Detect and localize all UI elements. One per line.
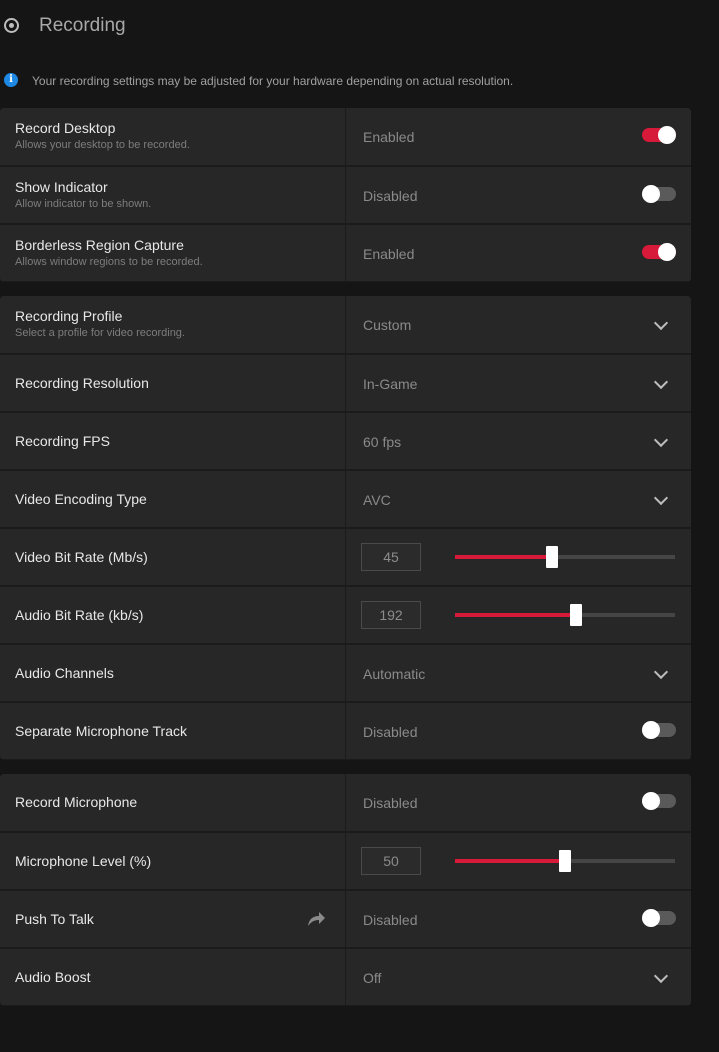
page-header: Recording	[0, 0, 719, 54]
recording-fps-dropdown[interactable]: 60 fps	[346, 413, 691, 469]
setting-row-audio-boost[interactable]: Audio Boost Off	[0, 948, 691, 1006]
setting-label: Borderless Region Capture	[15, 237, 184, 253]
setting-label: Record Microphone	[15, 794, 138, 810]
setting-label: Microphone Level (%)	[15, 853, 152, 869]
capture-settings-group: Record Desktop Allows your desktop to be…	[0, 108, 691, 282]
record-microphone-toggle[interactable]	[642, 792, 676, 810]
chevron-down-icon	[653, 432, 669, 448]
setting-row-record-microphone: Record Microphone Disabled	[0, 774, 691, 832]
show-indicator-toggle[interactable]	[642, 185, 676, 203]
chevron-down-icon	[653, 968, 669, 984]
setting-row-show-indicator: Show Indicator Allow indicator to be sho…	[0, 166, 691, 224]
hardware-notice: i Your recording settings may be adjuste…	[0, 70, 719, 92]
microphone-level-input[interactable]: 50	[361, 847, 421, 875]
chevron-down-icon	[653, 374, 669, 390]
setting-label: Audio Bit Rate (kb/s)	[15, 607, 144, 623]
toggle-knob	[658, 243, 676, 261]
slider-thumb[interactable]	[559, 850, 571, 872]
recording-resolution-dropdown[interactable]: In-Game	[346, 355, 691, 411]
toggle-knob	[642, 909, 660, 927]
setting-label: Show Indicator	[15, 179, 108, 195]
audio-channels-dropdown[interactable]: Automatic	[346, 645, 691, 701]
chevron-down-icon	[653, 315, 669, 331]
info-icon: i	[4, 73, 18, 87]
dropdown-value: AVC	[363, 492, 391, 508]
slider-thumb[interactable]	[570, 604, 582, 626]
setting-value: Disabled	[363, 724, 418, 740]
setting-row-recording-resolution[interactable]: Recording Resolution In-Game	[0, 354, 691, 412]
setting-row-recording-profile[interactable]: Recording Profile Select a profile for v…	[0, 296, 691, 354]
setting-label: Recording Resolution	[15, 375, 149, 391]
microphone-level-slider[interactable]	[455, 850, 675, 872]
setting-label: Record Desktop	[15, 120, 116, 136]
setting-row-push-to-talk: Push To Talk Disabled	[0, 890, 691, 948]
video-bitrate-slider[interactable]	[455, 546, 675, 568]
setting-label: Video Bit Rate (Mb/s)	[15, 549, 148, 565]
recording-profile-dropdown[interactable]: Custom	[346, 296, 691, 353]
page-title: Recording	[39, 15, 126, 36]
record-desktop-toggle[interactable]	[642, 126, 676, 144]
audio-bitrate-slider[interactable]	[455, 604, 675, 626]
toggle-knob	[658, 126, 676, 144]
push-to-talk-toggle[interactable]	[642, 909, 676, 927]
setting-row-record-desktop: Record Desktop Allows your desktop to be…	[0, 108, 691, 166]
setting-label: Recording Profile	[15, 308, 123, 324]
setting-row-microphone-level: Microphone Level (%) 50	[0, 832, 691, 890]
dropdown-value: Custom	[363, 317, 412, 333]
setting-value: Enabled	[363, 246, 415, 262]
setting-row-separate-mic-track: Separate Microphone Track Disabled	[0, 702, 691, 760]
borderless-capture-toggle[interactable]	[642, 243, 676, 261]
chevron-down-icon	[653, 664, 669, 680]
toggle-knob	[642, 721, 660, 739]
microphone-settings-group: Record Microphone Disabled Microphone Le…	[0, 774, 691, 1006]
slider-fill	[455, 555, 552, 559]
toggle-knob	[642, 792, 660, 810]
setting-row-video-encoding[interactable]: Video Encoding Type AVC	[0, 470, 691, 528]
dropdown-value: 60 fps	[363, 434, 402, 450]
dropdown-value: In-Game	[363, 376, 418, 392]
record-icon	[4, 18, 19, 33]
slider-fill	[455, 859, 565, 863]
setting-row-video-bitrate: Video Bit Rate (Mb/s) 45	[0, 528, 691, 586]
video-settings-group: Recording Profile Select a profile for v…	[0, 296, 691, 760]
setting-label: Video Encoding Type	[15, 491, 147, 507]
notice-text: Your recording settings may be adjusted …	[32, 74, 514, 88]
separate-mic-track-toggle[interactable]	[642, 721, 676, 739]
slider-thumb[interactable]	[545, 546, 558, 568]
setting-description: Allow indicator to be shown.	[15, 198, 152, 210]
audio-boost-dropdown[interactable]: Off	[346, 949, 691, 1005]
video-bitrate-input[interactable]: 45	[361, 543, 421, 571]
setting-label: Audio Channels	[15, 665, 114, 681]
setting-row-audio-channels[interactable]: Audio Channels Automatic	[0, 644, 691, 702]
video-encoding-dropdown[interactable]: AVC	[346, 471, 691, 527]
audio-bitrate-input[interactable]: 192	[361, 601, 421, 629]
setting-description: Allows window regions to be recorded.	[15, 256, 203, 268]
setting-row-recording-fps[interactable]: Recording FPS 60 fps	[0, 412, 691, 470]
dropdown-value: Off	[363, 970, 382, 986]
setting-row-borderless-capture: Borderless Region Capture Allows window …	[0, 224, 691, 282]
share-arrow-icon[interactable]	[306, 910, 326, 928]
setting-value: Disabled	[363, 795, 418, 811]
setting-value: Enabled	[363, 129, 415, 145]
setting-value: Disabled	[363, 912, 418, 928]
setting-label: Separate Microphone Track	[15, 723, 187, 739]
setting-label: Recording FPS	[15, 433, 110, 449]
setting-description: Allows your desktop to be recorded.	[15, 139, 190, 151]
chevron-down-icon	[653, 490, 669, 506]
setting-row-audio-bitrate: Audio Bit Rate (kb/s) 192	[0, 586, 691, 644]
setting-label: Audio Boost	[15, 969, 91, 985]
setting-value: Disabled	[363, 188, 418, 204]
dropdown-value: Automatic	[363, 666, 426, 682]
slider-fill	[455, 613, 576, 617]
setting-label: Push To Talk	[15, 911, 94, 927]
setting-description: Select a profile for video recording.	[15, 327, 185, 339]
toggle-knob	[642, 185, 660, 203]
